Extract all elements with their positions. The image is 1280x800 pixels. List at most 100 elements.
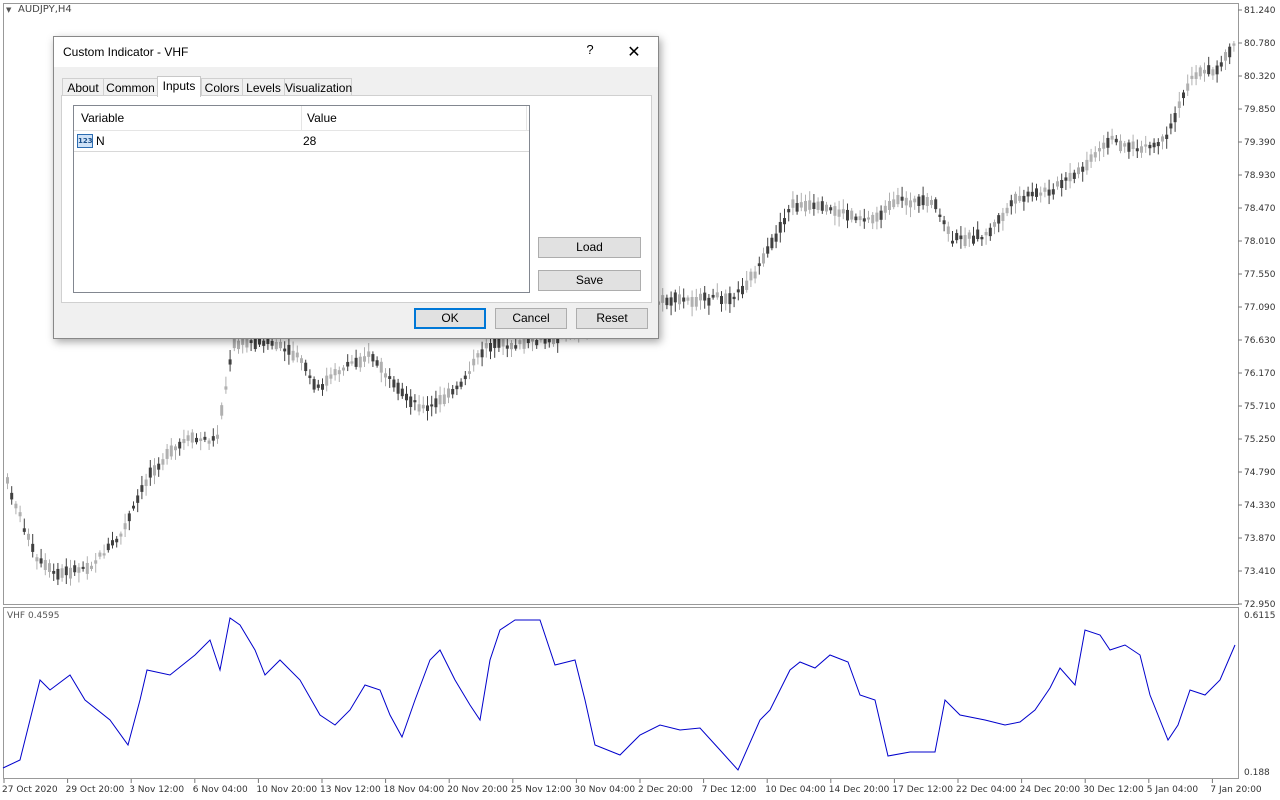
column-variable[interactable]: Variable (81, 111, 124, 125)
dialog-title-bar[interactable]: Custom Indicator - VHF ? ✕ (54, 37, 658, 67)
candle-body (505, 345, 509, 349)
candle-body (732, 296, 736, 300)
candle-body (157, 463, 161, 470)
ok-button[interactable]: OK (414, 308, 486, 329)
candle-body (60, 568, 64, 578)
candle-body (846, 209, 849, 221)
candle-body (18, 512, 22, 517)
candle-body (1022, 195, 1026, 202)
time-tick-label: 6 Nov 04:00 (193, 785, 248, 795)
candle-body (661, 295, 665, 303)
price-tick-label: 80.780 (1244, 39, 1276, 49)
candle-body (148, 467, 152, 478)
candle-body (804, 200, 807, 212)
candle-body (480, 349, 484, 358)
candle-body (392, 379, 396, 388)
cancel-button[interactable]: Cancel (495, 308, 567, 329)
price-tick-label: 75.710 (1244, 402, 1276, 412)
candle-body (942, 220, 946, 225)
time-tick-label: 13 Nov 12:00 (320, 785, 381, 795)
candle-body (253, 338, 257, 350)
indicator-tick-label: 0.188 (1244, 768, 1270, 778)
tab-visualization[interactable]: Visualization (284, 78, 352, 96)
candle-body (678, 294, 681, 305)
candle-body (1152, 142, 1156, 148)
candle-body (211, 436, 215, 441)
close-icon[interactable]: ✕ (622, 41, 646, 63)
candle-body (195, 437, 198, 443)
price-tick-label: 74.330 (1244, 501, 1276, 511)
price-tick-label: 77.090 (1244, 303, 1276, 313)
time-tick-label: 25 Nov 12:00 (511, 785, 572, 795)
candle-body (900, 196, 904, 201)
candle-body (1219, 62, 1223, 67)
candle-body (526, 338, 530, 344)
candle-body (1131, 141, 1135, 150)
candle-body (1135, 148, 1139, 152)
price-tick-label: 72.950 (1244, 600, 1276, 610)
candle-body (430, 404, 434, 407)
candle-body (535, 339, 539, 346)
candle-body (1060, 180, 1064, 189)
price-tick-label: 79.390 (1244, 138, 1276, 148)
tab-colors[interactable]: Colors (201, 78, 243, 96)
column-value[interactable]: Value (307, 111, 337, 125)
candle-body (375, 360, 379, 366)
integer-type-icon: 123 (77, 134, 93, 148)
candle-body (279, 341, 282, 349)
candle-body (216, 434, 219, 439)
candle-body (1035, 188, 1038, 197)
candle-body (762, 253, 765, 264)
candle-body (518, 340, 522, 345)
column-divider[interactable] (301, 106, 302, 130)
candle-body (367, 351, 371, 357)
tab-inputs[interactable]: Inputs (157, 76, 201, 97)
indicator-label: VHF 0.4595 (7, 611, 60, 621)
candle-body (1009, 200, 1013, 207)
inputs-table[interactable]: Variable Value 123 N 28 (73, 105, 530, 293)
candle-body (1026, 191, 1030, 197)
tab-levels[interactable]: Levels (242, 78, 285, 96)
column-divider[interactable] (526, 106, 527, 130)
candle-body (1215, 65, 1219, 75)
time-tick-label: 30 Nov 04:00 (574, 785, 635, 795)
candle-body (64, 566, 68, 576)
candle-body (409, 396, 413, 408)
candle-body (984, 232, 988, 236)
candle-body (115, 538, 119, 543)
help-button[interactable]: ? (584, 42, 596, 60)
candle-body (938, 214, 942, 217)
save-button[interactable]: Save (538, 270, 641, 291)
candle-body (1165, 134, 1169, 139)
tab-common[interactable]: Common (103, 78, 158, 96)
time-tick-label: 18 Nov 04:00 (384, 785, 445, 795)
candle-body (1211, 69, 1215, 76)
candle-body (1207, 65, 1211, 75)
candle-body (434, 398, 438, 408)
candle-body (127, 513, 131, 522)
candle-body (963, 235, 967, 246)
load-button[interactable]: Load (538, 237, 641, 258)
candle-body (1018, 195, 1022, 201)
candle-body (904, 197, 908, 206)
candle-body (1081, 166, 1085, 172)
candle-body (925, 197, 929, 206)
candle-body (1077, 167, 1080, 175)
candle-body (703, 292, 707, 301)
candle-body (31, 543, 35, 552)
candle-body (673, 292, 677, 303)
candle-body (988, 227, 992, 237)
reset-button[interactable]: Reset (576, 308, 648, 329)
candle-body (69, 567, 72, 579)
candle-body (417, 404, 421, 412)
table-row[interactable]: 123 N 28 (74, 131, 529, 152)
price-tick-label: 77.550 (1244, 270, 1276, 280)
time-tick-label: 7 Dec 12:00 (702, 785, 757, 795)
candle-body (1161, 136, 1164, 142)
candle-body (711, 294, 715, 298)
price-tick-label: 76.630 (1244, 336, 1276, 346)
value-cell[interactable]: 28 (303, 134, 316, 148)
tab-about[interactable]: About (62, 78, 104, 96)
candle-body (182, 439, 186, 444)
candle-body (455, 385, 459, 390)
